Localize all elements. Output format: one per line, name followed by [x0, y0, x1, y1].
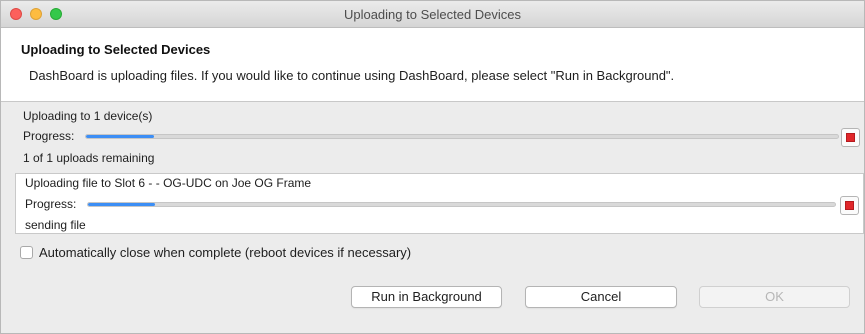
file-upload-panel: Uploading file to Slot 6 - - OG-UDC on J… — [15, 173, 864, 234]
file-progress-label: Progress: — [25, 197, 77, 211]
overall-progress-label: Progress: — [23, 129, 75, 143]
cancel-button[interactable]: Cancel — [525, 286, 677, 308]
auto-close-label[interactable]: Automatically close when complete (reboo… — [39, 245, 411, 260]
overall-stop-button[interactable] — [841, 128, 860, 147]
stop-icon — [846, 133, 855, 142]
overall-progress-bar — [85, 134, 839, 139]
ok-button[interactable]: OK — [699, 286, 850, 308]
run-in-background-button[interactable]: Run in Background — [351, 286, 502, 308]
file-status-text: sending file — [25, 218, 86, 232]
file-progress-bar — [87, 202, 836, 207]
dialog-heading: Uploading to Selected Devices — [21, 42, 211, 57]
window-title: Uploading to Selected Devices — [343, 7, 522, 22]
overall-progress-fill — [86, 135, 154, 138]
file-upload-label: Uploading file to Slot 6 - - OG-UDC on J… — [25, 176, 312, 190]
file-progress-fill — [88, 203, 156, 206]
overall-upload-label: Uploading to 1 device(s) — [23, 109, 153, 123]
upload-dialog-window: Uploading to Selected Devices Uploading … — [0, 0, 865, 334]
uploads-remaining-text: 1 of 1 uploads remaining — [23, 151, 155, 165]
title-bar: Uploading to Selected Devices — [1, 1, 864, 28]
file-stop-button[interactable] — [840, 196, 859, 215]
auto-close-checkbox[interactable] — [20, 246, 33, 259]
dialog-message: DashBoard is uploading files. If you wou… — [29, 68, 675, 83]
dialog-header: Uploading to Selected Devices DashBoard … — [1, 28, 864, 102]
stop-icon — [845, 201, 854, 210]
